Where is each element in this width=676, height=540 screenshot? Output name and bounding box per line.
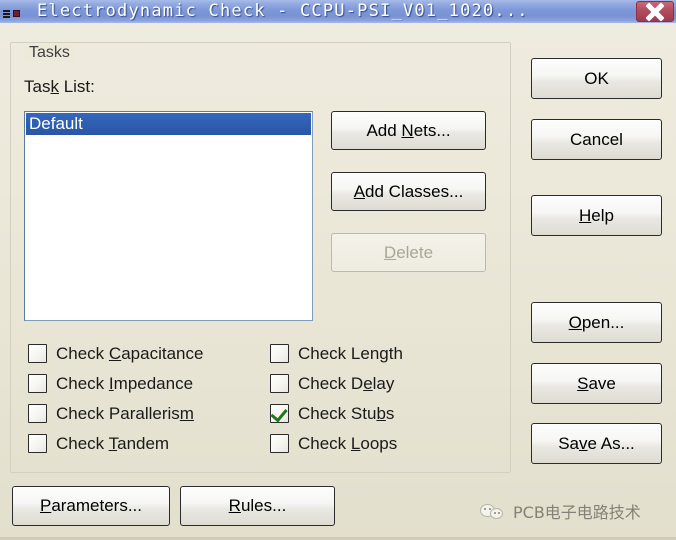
checkbox-label: Check Loops <box>298 434 398 453</box>
button-label: Add Nets... <box>366 120 451 140</box>
checkbox-label: Check Tandem <box>56 434 170 453</box>
electrodynamic-check-dialog: Electrodynamic Check - CCPU-PSI_V01_1020… <box>0 0 676 540</box>
checkbox-label: Check Stubs <box>298 404 395 423</box>
cancel-button[interactable]: Cancel <box>531 119 662 160</box>
save-as-button[interactable]: Save As... <box>531 423 662 464</box>
check-parallelism-checkbox[interactable]: Check Parallerism <box>28 404 194 423</box>
check-impedance-checkbox[interactable]: Check Impedance <box>28 374 193 393</box>
task-list-box[interactable]: Default <box>24 111 313 321</box>
parameters-button[interactable]: Parameters... <box>12 486 170 526</box>
open-button[interactable]: Open... <box>531 302 662 343</box>
save-button[interactable]: Save <box>531 363 662 404</box>
list-item[interactable]: Default <box>26 113 311 135</box>
checkbox-box <box>28 344 47 363</box>
button-label: Add Classes... <box>353 181 464 201</box>
ok-button[interactable]: OK <box>531 58 662 99</box>
button-label: Help <box>579 205 614 225</box>
button-label: Parameters... <box>39 496 143 515</box>
add-classes-button[interactable]: Add Classes... <box>331 172 486 211</box>
checkmark-icon <box>270 404 288 423</box>
checkbox-box <box>270 404 289 423</box>
button-label: OK <box>584 68 609 88</box>
close-button[interactable] <box>636 1 674 22</box>
button-label: Save As... <box>558 433 635 453</box>
system-menu-icon[interactable] <box>1 3 23 20</box>
checkbox-label: Check Delay <box>298 374 395 393</box>
help-button[interactable]: Help <box>531 195 662 236</box>
title-bar[interactable]: Electrodynamic Check - CCPU-PSI_V01_1020… <box>0 0 676 23</box>
check-capacitance-checkbox[interactable]: Check Capacitance <box>28 344 203 363</box>
window-title: Electrodynamic Check - CCPU-PSI_V01_1020… <box>37 0 529 21</box>
check-tandem-checkbox[interactable]: Check Tandem <box>28 434 169 453</box>
checkbox-box <box>28 434 47 453</box>
check-delay-checkbox[interactable]: Check Delay <box>270 374 394 393</box>
delete-button: Delete <box>331 233 486 272</box>
button-label: Delete <box>383 242 434 262</box>
checkbox-box <box>28 374 47 393</box>
button-label: Open... <box>568 312 625 332</box>
checkbox-box <box>270 344 289 363</box>
checkbox-box <box>270 374 289 393</box>
tasks-groupbox-legend: Tasks <box>24 44 75 62</box>
task-list-label: Task List: <box>24 77 95 96</box>
checkbox-label: Check Parallerism <box>56 404 194 423</box>
watermark-text: PCB电子电路技术 <box>513 503 641 522</box>
button-label: Cancel <box>570 129 623 149</box>
watermark: PCB电子电路技术 <box>480 499 641 523</box>
checkbox-label: Check Impedance <box>56 374 194 393</box>
add-nets-button[interactable]: Add Nets... <box>331 111 486 150</box>
button-label: Rules... <box>228 496 287 515</box>
check-stubs-checkbox[interactable]: Check Stubs <box>270 404 394 423</box>
checkbox-label: Check Length <box>298 344 403 363</box>
check-length-checkbox[interactable]: Check Length <box>270 344 403 363</box>
checkbox-box <box>28 404 47 423</box>
rules-button[interactable]: Rules... <box>180 486 335 526</box>
check-loops-checkbox[interactable]: Check Loops <box>270 434 397 453</box>
checkbox-box <box>270 434 289 453</box>
checkbox-label: Check Capacitance <box>56 344 204 363</box>
button-label: Save <box>577 373 616 393</box>
wechat-icon <box>480 502 506 521</box>
